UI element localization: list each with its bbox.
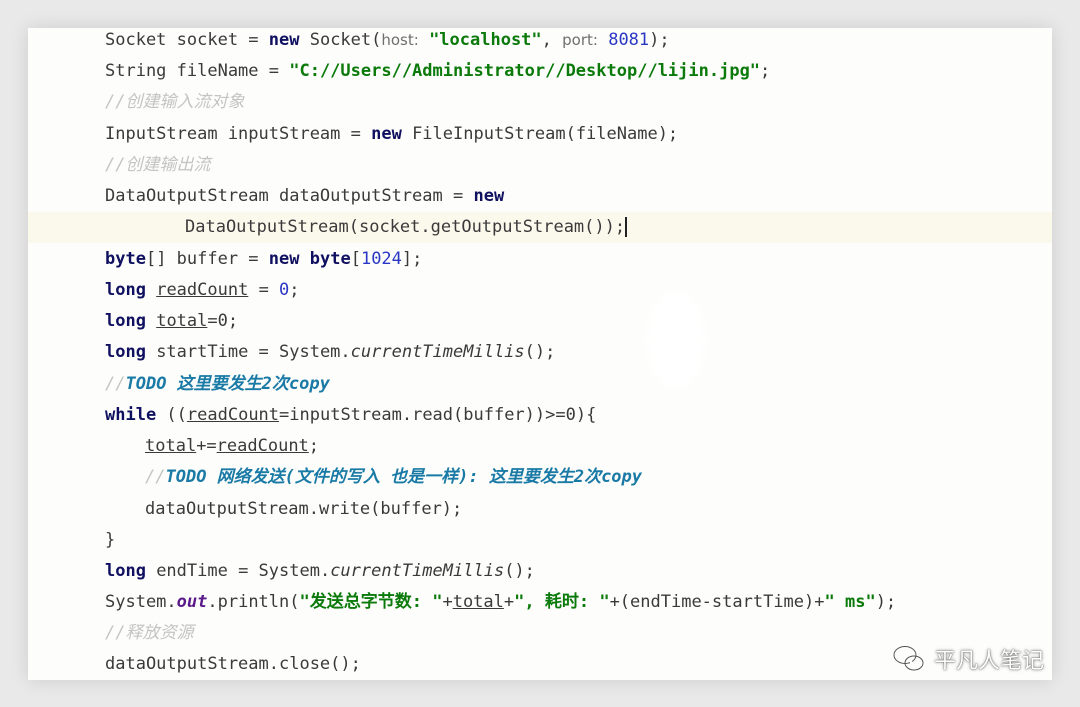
code-line-14: total+=readCount; [145, 436, 320, 456]
keyword: new [268, 30, 300, 50]
code-editor[interactable]: Socket socket = new Socket(host: "localh… [28, 28, 1052, 680]
code-line-12: //TODO 这里要发生2次copy [105, 374, 330, 394]
comment: //释放资源 [105, 623, 194, 643]
number-literal: 8081 [608, 30, 650, 50]
string-literal: " ms" [824, 592, 876, 612]
todo-comment: TODO 这里要发生2次copy [125, 374, 330, 394]
keyword: long [105, 280, 146, 300]
static-method: currentTimeMillis [350, 342, 525, 362]
code-text: DataOutputStream dataOutputStream = [105, 186, 474, 206]
white-smudge [646, 290, 706, 390]
code-text: dataOutputStream.close(); [105, 654, 361, 674]
todo-comment: TODO 网络发送(文件的写入 也是一样): 这里要发生2次copy [165, 467, 643, 487]
static-field: out [176, 592, 208, 612]
code-text: FileInputStream(fileName); [401, 124, 679, 144]
text-cursor [625, 217, 628, 237]
code-text: String fileName = [105, 61, 290, 81]
variable: readCount [156, 280, 249, 300]
code-text: InputStream inputStream = [105, 124, 372, 144]
comment: //创建输入流对象 [105, 92, 245, 112]
keyword: long [105, 561, 146, 581]
code-line-15: //TODO 网络发送(文件的写入 也是一样): 这里要发生2次copy [145, 467, 643, 487]
code-line-16: dataOutputStream.write(buffer); [28, 494, 1052, 525]
keyword: byte [309, 249, 351, 269]
code-line-8: byte[] buffer = new byte[1024]; [105, 249, 423, 269]
comment: //创建输出流 [105, 155, 211, 175]
code-text: } [105, 530, 116, 550]
variable: total [145, 436, 197, 456]
keyword: long [105, 311, 146, 331]
keyword: while [105, 405, 157, 425]
keyword: long [105, 342, 146, 362]
variable: total [156, 311, 208, 331]
code-line-5: //创建输出流 [28, 150, 1052, 181]
watermark-text: 平凡人笔记 [933, 649, 1044, 674]
number-literal: 0 [279, 280, 290, 300]
code-text: dataOutputStream.write(buffer); [145, 499, 463, 519]
code-line-6: DataOutputStream dataOutputStream = new [28, 181, 1052, 212]
code-line-2: String fileName = "C://Users//Administra… [105, 61, 771, 81]
param-hint-host: host: [381, 31, 419, 49]
watermark: 平凡人笔记 [892, 642, 1044, 676]
keyword: new [268, 249, 300, 269]
code-text: DataOutputStream(socket.getOutputStream(… [185, 217, 626, 237]
static-method: currentTimeMillis [330, 561, 505, 581]
code-line-10: long total=0; [105, 311, 239, 331]
string-literal: "发送总字节数: " [299, 592, 443, 612]
code-line-18: long endTime = System.currentTimeMillis(… [105, 561, 535, 581]
code-line-19: System.out.println("发送总字节数: "+total+", 耗… [105, 592, 897, 612]
string-literal: "C://Users//Administrator//Desktop//liji… [289, 61, 761, 81]
code-text: Socket socket = [105, 30, 269, 50]
code-line-9: long readCount = 0; [105, 280, 300, 300]
code-text: Socket( [299, 30, 382, 50]
number-literal: 1024 [360, 249, 402, 269]
code-line-11: long startTime = System.currentTimeMilli… [105, 342, 556, 362]
variable: total [452, 592, 504, 612]
param-hint-port: port: [562, 31, 598, 49]
wechat-icon [892, 645, 925, 672]
variable: readCount [216, 436, 309, 456]
code-line-13: while ((readCount=inputStream.read(buffe… [105, 405, 597, 425]
variable: readCount [186, 405, 280, 425]
keyword: byte [105, 249, 146, 269]
code-line-7-current: DataOutputStream(socket.getOutputStream(… [28, 212, 1052, 243]
string-literal: ", 耗时: " [514, 592, 610, 612]
keyword: new [371, 124, 402, 144]
code-line-1: Socket socket = new Socket(host: "localh… [105, 30, 670, 50]
keyword: new [473, 186, 505, 206]
code-line-4: InputStream inputStream = new FileInputS… [28, 119, 1052, 150]
string-literal: "localhost" [429, 30, 542, 50]
code-line-3: //创建输入流对象 [28, 87, 1052, 118]
code-line-17: } [28, 525, 1052, 556]
